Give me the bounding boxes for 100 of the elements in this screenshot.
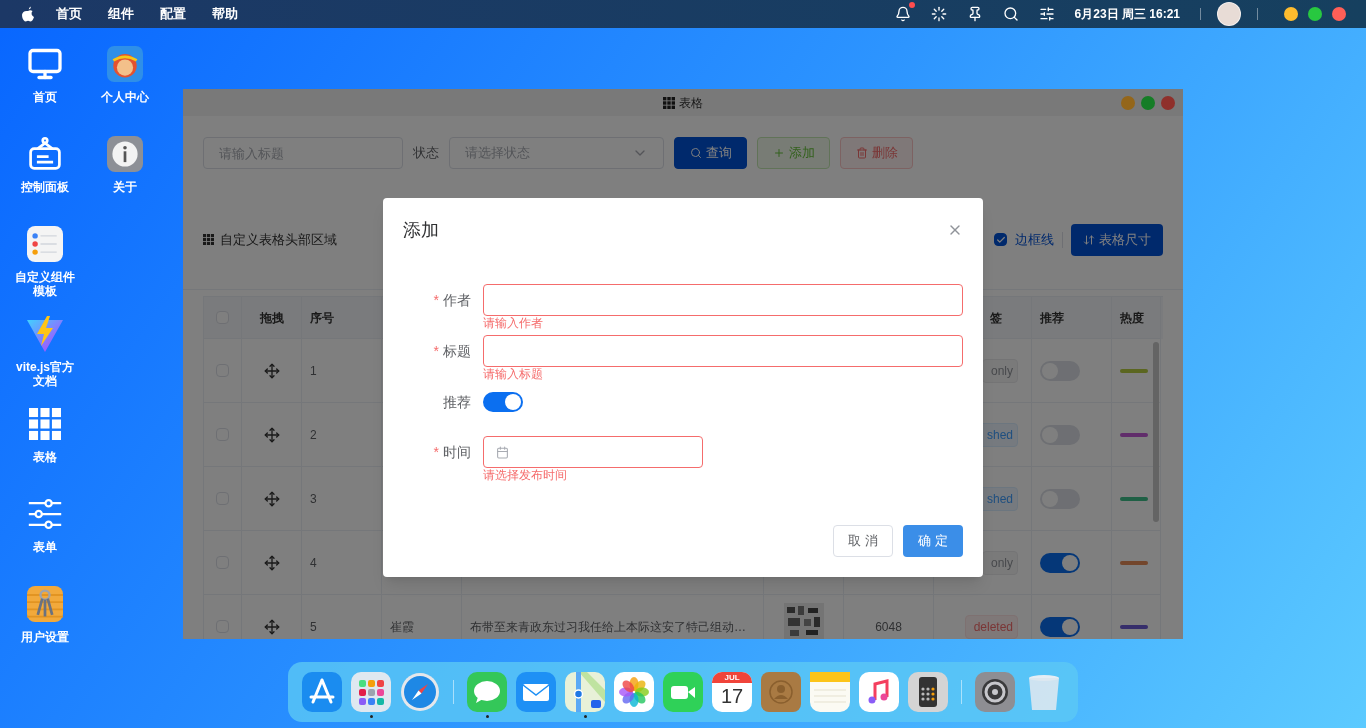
recommend-switch[interactable] [1040,616,1080,637]
contact-book-icon[interactable] [761,672,801,712]
gear-icon[interactable] [975,672,1015,712]
text-input-field[interactable] [483,335,963,367]
row-number: 4 [310,554,317,572]
date-picker-field[interactable] [483,436,703,468]
status-tag: deleted [964,614,1018,639]
title-text: 布带至来青政东过习我任给上本际这安了特己组动… [470,618,746,636]
apple-icon[interactable] [20,5,36,23]
row-number: 5 [310,618,317,636]
search-icon[interactable] [1002,6,1019,22]
desktop-icon-label[interactable]: vite.js官方文档 [13,360,77,388]
window-title: 表格 [679,94,703,112]
menu-item[interactable]: 配置 [160,4,186,24]
border-checkbox[interactable] [994,233,1007,246]
chat-bubble-icon[interactable] [467,672,507,712]
calendar-icon[interactable]: JUL 17 [712,672,752,712]
hanging-sign-icon[interactable] [27,136,63,172]
required-asterisk: * [433,290,439,310]
user-avatar[interactable] [1217,2,1241,26]
field-label: 标题 [443,341,471,361]
menu-item[interactable]: 首页 [56,4,82,24]
drag-handle-icon[interactable] [263,618,280,635]
calendar-day: 17 [720,683,744,709]
grid-icon [29,408,61,440]
row-number: 1 [310,362,317,380]
column-header[interactable]: 拖拽 [259,308,284,327]
checklist-icon[interactable] [27,226,63,262]
drag-handle-icon[interactable] [263,554,280,571]
cancel-button[interactable]: 取 消 [833,525,893,557]
recommend-switch[interactable] [1040,552,1080,573]
calculator-icon[interactable] [908,672,948,712]
search-icon [689,147,702,159]
field-label: 作者 [443,290,471,310]
menu-item[interactable]: 帮助 [212,4,238,24]
grid-icon [663,96,675,109]
info-icon[interactable] [107,136,143,172]
confirm-button[interactable]: 确 定 [903,525,963,557]
count-text: 6048 [875,618,902,636]
name-text: 崔霞 [390,618,414,636]
map-icon[interactable] [565,672,605,712]
running-indicator [485,715,489,718]
required-asterisk: * [433,442,439,462]
desktop-icon-label[interactable]: 用户设置 [13,630,77,644]
error-message: 请输入标题 [483,367,544,381]
music-note-icon[interactable] [859,672,899,712]
recommend-switch[interactable] [483,392,523,412]
drag-handle-icon[interactable] [263,362,280,379]
drag-handle-icon[interactable] [263,490,280,507]
keys-icon[interactable] [27,586,63,622]
arrows-icon [1083,233,1095,246]
loader-icon[interactable] [930,6,947,22]
trash-icon [855,147,868,159]
envelope-icon[interactable] [516,672,556,712]
running-indicator [583,715,587,718]
menu-item[interactable]: 组件 [108,4,134,24]
video-camera-icon[interactable] [663,672,703,712]
required-asterisk: * [433,341,439,361]
running-indicator [369,715,373,718]
row-number: 2 [310,426,317,444]
field-label: 推荐 [443,392,471,412]
flower-icon[interactable] [614,672,654,712]
desktop-icon-label[interactable]: 关于 [93,180,157,194]
field-label: 时间 [443,442,471,462]
monitor-icon[interactable] [27,46,63,82]
desktop-icon-label[interactable]: 控制面板 [13,180,77,194]
table-header-title: 自定义表格头部区域 [220,230,337,249]
drafting-tools-icon[interactable] [302,672,342,712]
column-header[interactable]: 热度 [1120,308,1144,327]
table-size-button[interactable]: 表格尺寸 [1071,223,1163,256]
notepad-icon[interactable] [810,672,850,712]
error-message: 请输入作者 [483,316,544,330]
bell-icon[interactable] [894,6,911,22]
column-header[interactable]: 序号 [310,308,334,327]
desktop-icon-label[interactable]: 表单 [13,540,77,554]
settings-icon[interactable] [1038,6,1055,22]
column-header[interactable]: 推荐 [1040,308,1064,327]
sliders-icon[interactable] [27,496,63,532]
date-time: 6月23日 周三 16:21 [1074,6,1180,23]
status-label: 状态 [413,144,439,163]
compass-icon[interactable] [400,672,440,712]
dialog-title: 添加 [403,218,439,242]
error-message: 请选择发布时间 [483,468,568,482]
grid-icon [203,234,214,245]
desktop-icon-label[interactable]: 表格 [13,450,77,464]
desktop-icon-label[interactable]: 首页 [13,90,77,104]
desktop-icon-label[interactable]: 个人中心 [93,90,157,104]
drag-handle-icon[interactable] [263,426,280,443]
text-input-field[interactable] [483,284,963,316]
desktop-icon-label[interactable]: 自定义组件模板 [13,270,77,298]
column-header[interactable]: 签 [990,308,1002,327]
cartoon-badge-icon[interactable] [107,46,143,82]
lightning-triangle-icon[interactable] [25,314,65,354]
scrollbar[interactable] [1153,342,1159,522]
app-grid-icon[interactable] [351,672,391,712]
calendar-icon [496,445,509,459]
border-toggle-link[interactable]: 边框线 [1015,229,1054,250]
row-number: 3 [310,490,317,508]
calendar-month: JUL [712,672,752,683]
query-button[interactable]: 查询 [674,137,747,169]
